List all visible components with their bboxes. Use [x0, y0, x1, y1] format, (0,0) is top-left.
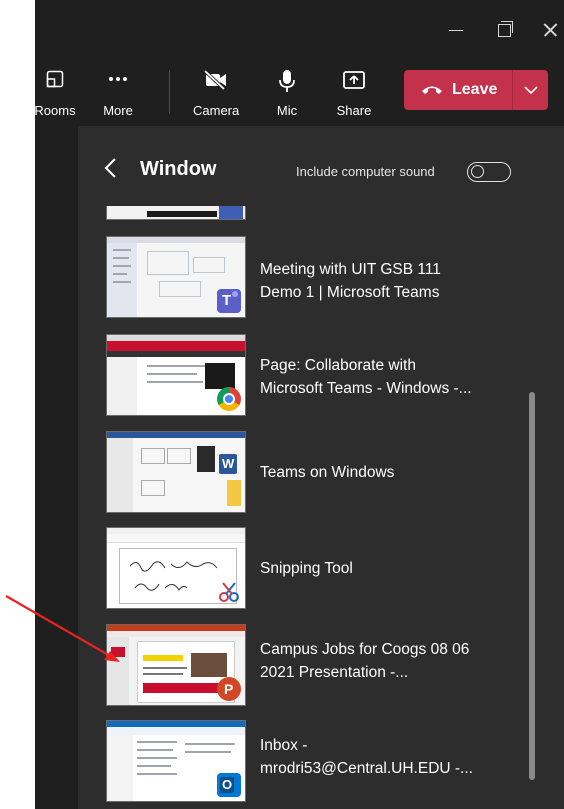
window-title: Meeting with UIT GSB 111 Demo 1 | Micros… — [260, 261, 441, 301]
back-chevron-icon[interactable] — [102, 157, 120, 179]
window-title: Campus Jobs for Coogs 08 06 2021 Present… — [260, 641, 470, 681]
window-thumbnail: O — [106, 720, 246, 802]
mic-button[interactable]: Mic — [267, 66, 307, 122]
window-item[interactable]: Page: Collaborate with Microsoft Teams -… — [78, 334, 538, 418]
window-thumbnail: T — [106, 236, 246, 318]
scrollbar-thumb[interactable] — [529, 392, 535, 780]
chrome-icon — [217, 387, 241, 411]
snipping-tool-icon — [217, 580, 241, 604]
window-thumbnail: P — [106, 624, 246, 706]
computer-sound-toggle[interactable] — [467, 162, 511, 182]
minimize-icon[interactable] — [445, 18, 469, 42]
teams-window: Rooms More Camera Mic Share Leave Window… — [35, 0, 564, 809]
teams-icon: T — [217, 289, 241, 313]
window-item[interactable]: O Inbox - mrodri53@Central.UH.EDU -... — [78, 720, 538, 804]
share-button[interactable]: Share — [333, 66, 375, 122]
camera-button[interactable]: Camera — [193, 66, 239, 122]
window-thumbnail — [106, 334, 246, 416]
window-thumbnail — [106, 527, 246, 609]
mic-label: Mic — [276, 103, 298, 118]
window-title: Teams on Windows — [260, 464, 395, 481]
camera-off-icon — [203, 69, 226, 91]
window-item[interactable]: Snipping Tool — [78, 527, 538, 611]
hang-up-icon — [422, 86, 442, 94]
panel-header: Window Include computer sound — [78, 126, 564, 206]
leave-button-group: Leave — [404, 70, 548, 110]
window-title: Page: Collaborate with Microsoft Teams -… — [260, 357, 472, 397]
leave-label: Leave — [452, 81, 498, 98]
close-icon[interactable] — [539, 18, 563, 42]
share-icon — [343, 71, 365, 89]
share-window-panel: Window Include computer sound T Meeting … — [78, 126, 564, 809]
leave-options-button[interactable] — [513, 70, 548, 110]
chevron-down-icon — [524, 86, 538, 95]
rooms-icon — [46, 70, 64, 88]
rooms-label: Rooms — [35, 103, 76, 118]
maximize-icon[interactable] — [493, 18, 517, 42]
window-title: Inbox - mrodri53@Central.UH.EDU -... — [260, 737, 473, 777]
camera-label: Camera — [193, 103, 240, 118]
panel-title: Window — [140, 158, 217, 180]
window-item[interactable]: T Meeting with UIT GSB 111 Demo 1 | Micr… — [78, 236, 538, 320]
more-button[interactable]: More — [98, 66, 138, 122]
toolbar-divider — [169, 70, 170, 114]
window-thumbnail: W — [106, 431, 246, 513]
computer-sound-label: Include computer sound — [296, 164, 435, 179]
microphone-icon — [279, 70, 295, 92]
powerpoint-icon: P — [217, 677, 241, 701]
more-icon — [109, 77, 127, 81]
window-item[interactable]: W Teams on Windows — [78, 431, 538, 515]
word-icon: W — [219, 454, 237, 474]
meeting-toolbar: Rooms More Camera Mic Share Leave — [35, 58, 564, 126]
leave-button[interactable]: Leave — [404, 70, 512, 110]
outlook-icon: O — [217, 773, 241, 797]
window-item-partial[interactable] — [78, 206, 538, 222]
share-label: Share — [336, 103, 372, 118]
title-bar — [35, 0, 564, 58]
window-title: Snipping Tool — [260, 560, 353, 577]
window-list: T Meeting with UIT GSB 111 Demo 1 | Micr… — [78, 206, 564, 809]
window-item[interactable]: P Campus Jobs for Coogs 08 06 2021 Prese… — [78, 624, 538, 708]
toggle-knob — [471, 165, 484, 178]
window-thumbnail — [106, 206, 246, 220]
more-label: More — [103, 103, 133, 118]
rooms-button[interactable]: Rooms — [35, 66, 85, 122]
